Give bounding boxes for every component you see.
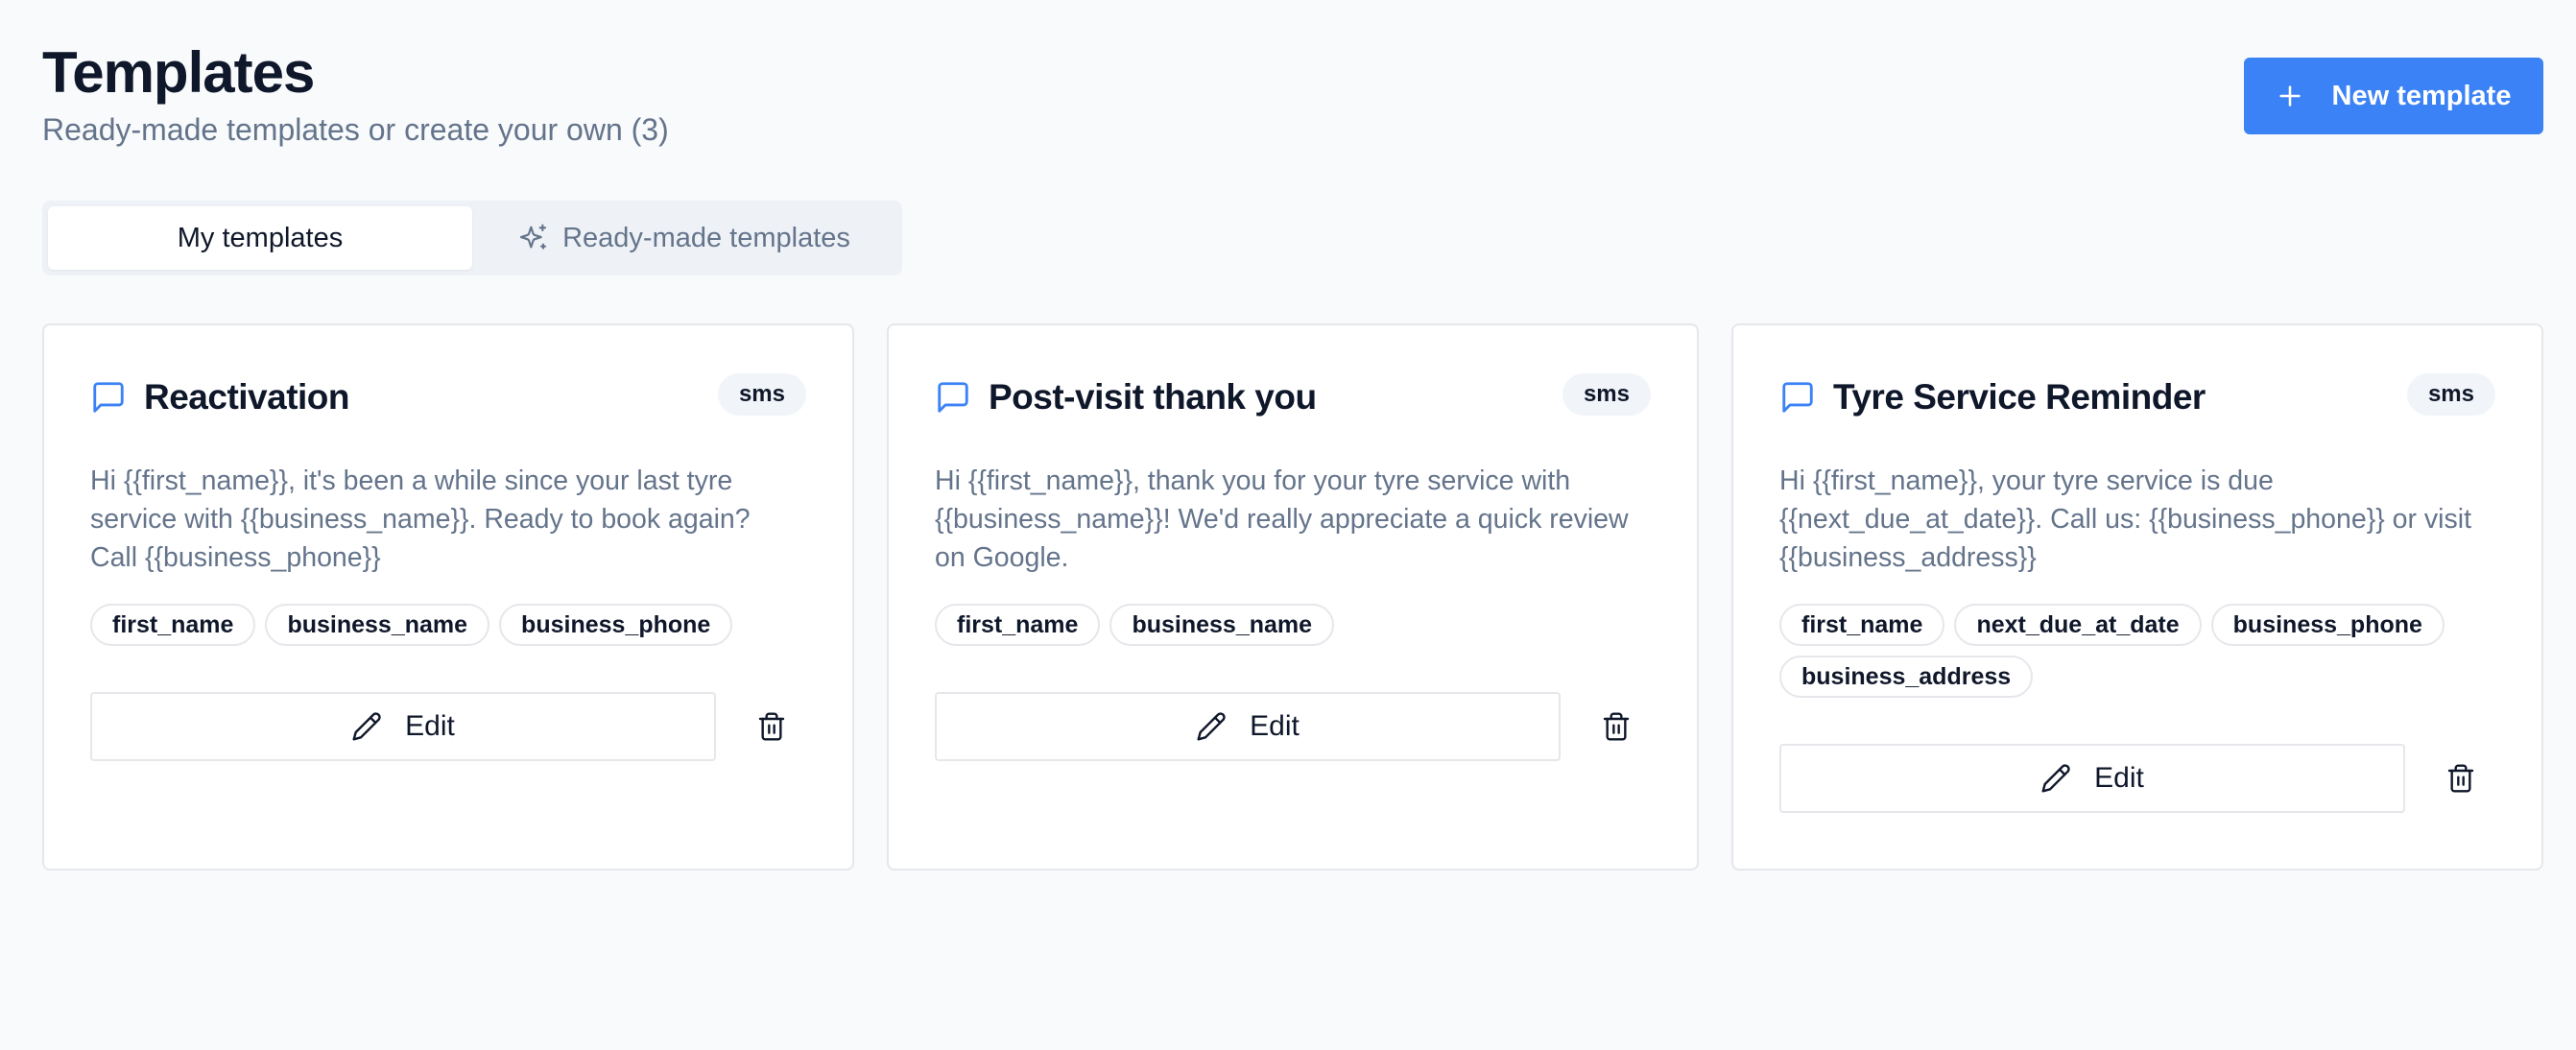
card-title: Tyre Service Reminder xyxy=(1833,377,2206,417)
channel-badge: sms xyxy=(2406,373,2495,416)
tab-ready-made-templates[interactable]: Ready-made templates xyxy=(472,206,896,270)
variable-chip: business_phone xyxy=(499,604,733,646)
card-title: Post-visit thank you xyxy=(989,377,1317,417)
variable-chips: first_name next_due_at_date business_pho… xyxy=(1779,604,2495,698)
pencil-icon xyxy=(1196,711,1227,742)
tab-label: Ready-made templates xyxy=(562,222,850,253)
message-square-icon xyxy=(935,379,971,416)
card-header: Tyre Service Reminder xyxy=(1779,373,2495,421)
template-card: Post-visit thank you sms Hi {{first_name… xyxy=(887,323,1699,871)
variable-chip: business_name xyxy=(1109,604,1335,646)
variable-chip: first_name xyxy=(90,604,256,646)
card-title: Reactivation xyxy=(144,377,350,417)
template-message: Hi {{first_name}}, your tyre service is … xyxy=(1779,465,2471,573)
tab-my-templates[interactable]: My templates xyxy=(48,206,472,270)
card-actions: Edit xyxy=(1779,744,2495,813)
template-tabs: My templates Ready-made templates xyxy=(42,201,902,275)
delete-button[interactable] xyxy=(1589,700,1643,753)
delete-button[interactable] xyxy=(2434,752,2488,805)
channel-badge: sms xyxy=(717,373,806,416)
page-title: Templates xyxy=(42,40,315,105)
new-template-label: New template xyxy=(2331,80,2512,111)
message-square-icon xyxy=(90,379,127,416)
edit-button[interactable]: Edit xyxy=(1779,744,2405,813)
trash-icon xyxy=(756,711,787,742)
variable-chip: next_due_at_date xyxy=(1954,604,2202,646)
trash-icon xyxy=(1601,711,1632,742)
template-card: Tyre Service Reminder sms Hi {{first_nam… xyxy=(1731,323,2543,871)
edit-label: Edit xyxy=(1250,710,1300,742)
message-square-icon xyxy=(1779,379,1816,416)
template-cards: Reactivation sms Hi {{first_name}}, it's… xyxy=(42,323,2543,871)
tab-label: My templates xyxy=(177,222,344,253)
card-header: Post-visit thank you xyxy=(935,373,1651,421)
edit-label: Edit xyxy=(2094,762,2144,794)
channel-badge: sms xyxy=(1562,373,1651,416)
card-actions: Edit xyxy=(935,692,1651,761)
template-message: Hi {{first_name}}, thank you for your ty… xyxy=(935,465,1629,573)
variable-chip: business_name xyxy=(265,604,490,646)
templates-page: Templates Ready-made templates or create… xyxy=(0,0,2576,1050)
page-subtitle: Ready-made templates or create your own … xyxy=(42,112,669,147)
page-header: Templates Ready-made templates or create… xyxy=(42,38,669,150)
edit-label: Edit xyxy=(405,710,455,742)
template-message: Hi {{first_name}}, it's been a while sin… xyxy=(90,465,751,573)
variable-chip: first_name xyxy=(1779,604,1945,646)
variable-chip: first_name xyxy=(935,604,1101,646)
delete-button[interactable] xyxy=(745,700,799,753)
new-template-button[interactable]: New template xyxy=(2244,58,2543,134)
edit-button[interactable]: Edit xyxy=(935,692,1561,761)
plus-icon xyxy=(2277,83,2303,109)
variable-chips: first_name business_name xyxy=(935,604,1651,646)
pencil-icon xyxy=(2040,763,2071,794)
card-header: Reactivation xyxy=(90,373,806,421)
template-card: Reactivation sms Hi {{first_name}}, it's… xyxy=(42,323,854,871)
variable-chip: business_phone xyxy=(2210,604,2445,646)
pencil-icon xyxy=(351,711,382,742)
edit-button[interactable]: Edit xyxy=(90,692,716,761)
card-actions: Edit xyxy=(90,692,806,761)
sparkles-icon xyxy=(518,223,549,253)
variable-chips: first_name business_name business_phone xyxy=(90,604,806,646)
trash-icon xyxy=(2445,763,2476,794)
variable-chip: business_address xyxy=(1779,656,2034,698)
